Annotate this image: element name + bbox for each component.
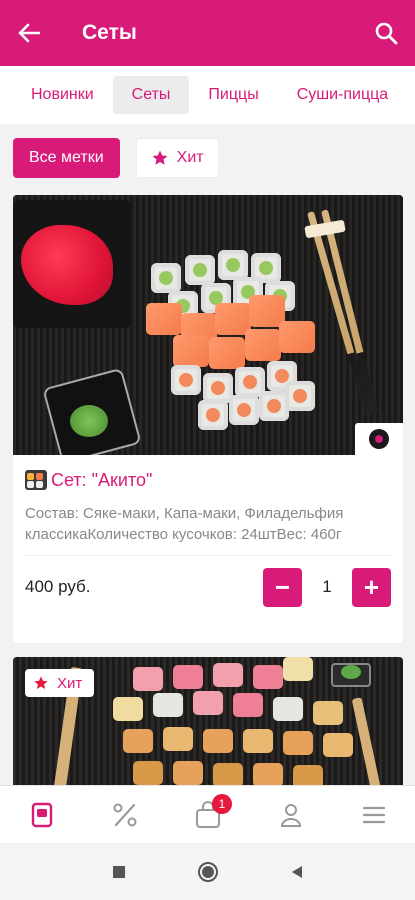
page-title: Сеты: [82, 21, 137, 44]
nav-discounts[interactable]: [83, 786, 166, 843]
recent-apps-icon[interactable]: [111, 864, 127, 880]
nav-more[interactable]: [332, 786, 415, 843]
tag-filters: Все метки Хит: [13, 138, 219, 178]
nav-profile[interactable]: [249, 786, 332, 843]
search-icon: [375, 22, 398, 45]
tab-sushi-pizza[interactable]: Суши-пицца: [278, 76, 407, 114]
home-icon[interactable]: [197, 861, 219, 883]
star-icon: [34, 676, 48, 689]
system-navigation-bar: [0, 843, 415, 900]
menu-icon: [31, 802, 52, 827]
tab-pizza[interactable]: Пиццы: [189, 76, 277, 114]
bottom-navigation: 1: [0, 785, 415, 843]
product-title: Сет: "Акито": [51, 469, 153, 490]
hit-chip[interactable]: Хит: [135, 138, 219, 178]
app-bar: Сеты: [0, 0, 415, 66]
product-title-row: Сет: "Акито": [25, 467, 391, 493]
tab-sets[interactable]: Сеты: [112, 76, 190, 114]
purchase-row: 400 руб. − 1 +: [25, 556, 391, 618]
cart-count-badge: 1: [212, 794, 232, 814]
back-nav-icon[interactable]: [289, 864, 305, 880]
brand-logo: [355, 423, 403, 455]
back-button[interactable]: [0, 0, 58, 66]
category-tabs: Новинки Сеты Пиццы Суши-пицца: [0, 66, 415, 124]
star-icon: [152, 150, 168, 165]
nav-menu[interactable]: [0, 786, 83, 843]
product-image: Хит: [13, 657, 403, 797]
product-card[interactable]: Сет: "Акито" Состав: Сяке-маки, Капа-мак…: [13, 195, 403, 643]
product-image: [13, 195, 403, 455]
quantity-value: 1: [322, 577, 332, 596]
nav-cart[interactable]: 1: [166, 786, 249, 843]
hit-badge-label: Хит: [57, 674, 83, 692]
profile-icon: [280, 803, 301, 827]
decrease-quantity-button[interactable]: −: [263, 567, 302, 607]
more-icon: [362, 806, 385, 823]
hit-chip-label: Хит: [176, 149, 204, 166]
sushi-icon: [25, 470, 47, 490]
product-card[interactable]: Хит: [13, 657, 403, 797]
search-button[interactable]: [357, 0, 415, 66]
increase-quantity-button[interactable]: +: [352, 567, 391, 607]
all-tags-chip[interactable]: Все метки: [13, 138, 120, 178]
product-description: Состав: Сяке-маки, Капа-маки, Филадельфи…: [25, 505, 344, 543]
hit-badge: Хит: [25, 669, 95, 697]
discount-icon: [113, 803, 136, 826]
product-price: 400 руб.: [25, 577, 91, 596]
arrow-left-icon: [18, 23, 40, 43]
tab-new[interactable]: Новинки: [12, 76, 113, 114]
